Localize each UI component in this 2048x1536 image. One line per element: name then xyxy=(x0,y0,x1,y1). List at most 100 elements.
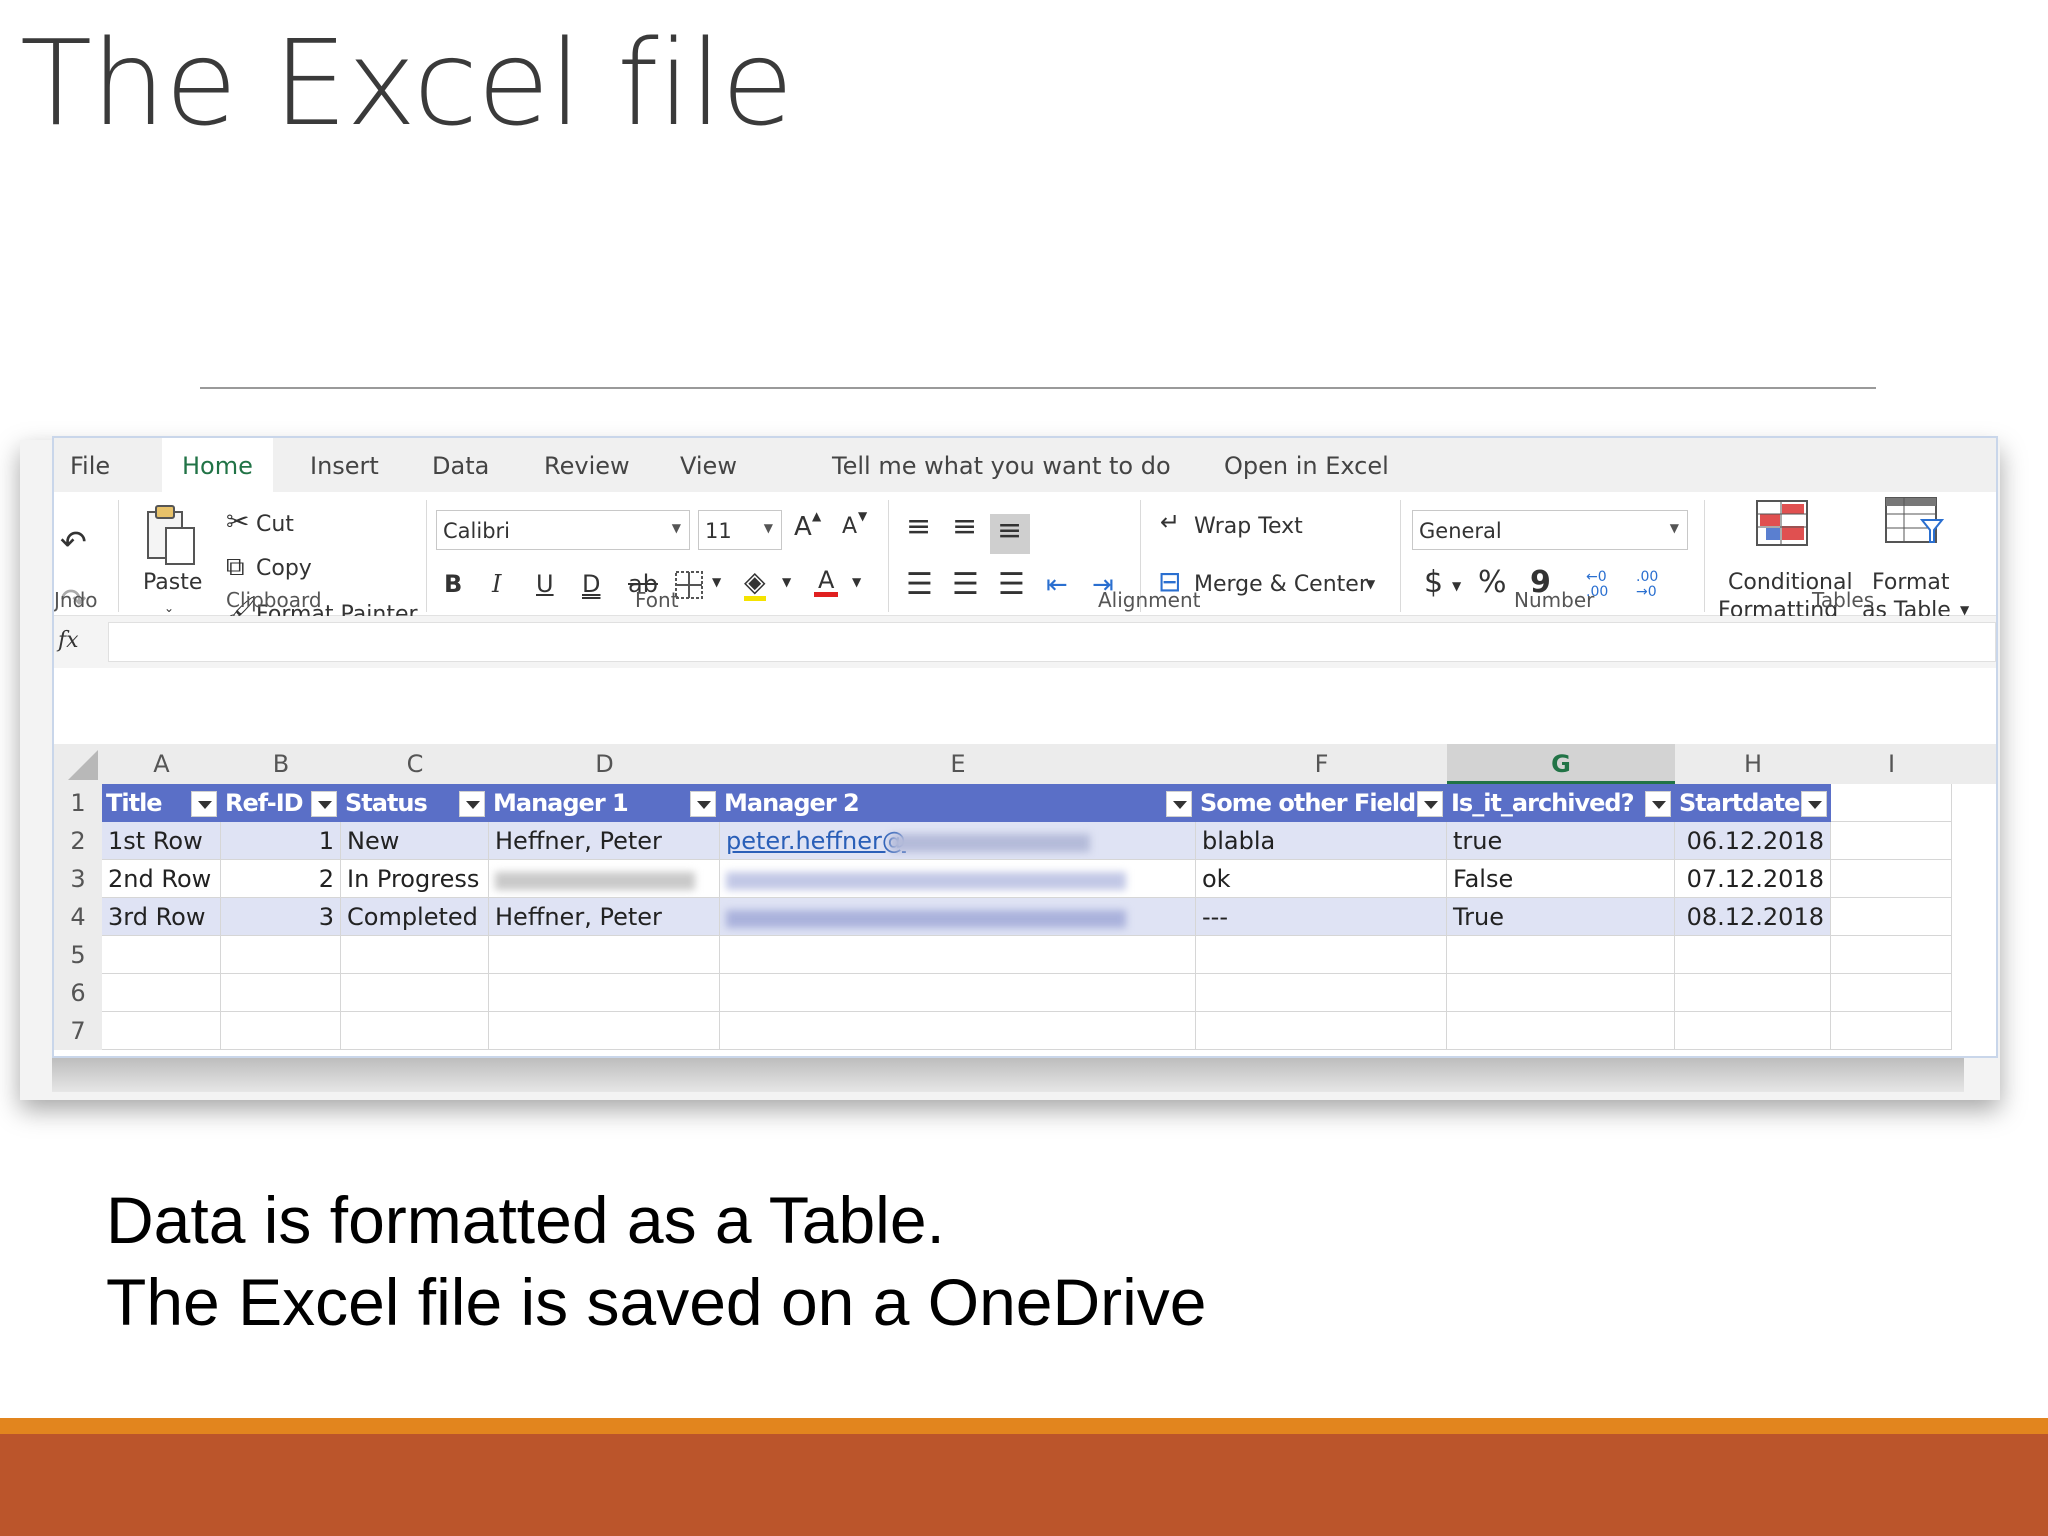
column-header-i[interactable]: I xyxy=(1831,744,1952,784)
underline-button[interactable]: U xyxy=(536,572,554,596)
align-left-icon[interactable]: ☰ xyxy=(906,570,933,600)
font-size-select[interactable]: 11 ▼ xyxy=(698,510,782,550)
table-cell-manager-1[interactable]: Heffner, Peter xyxy=(489,898,720,936)
copy-icon[interactable]: ⧉ xyxy=(226,554,245,580)
row-header-5[interactable]: 5 xyxy=(54,936,102,974)
empty-cell[interactable] xyxy=(1675,974,1831,1012)
decrease-decimal-button[interactable]: .00 →0 xyxy=(1636,570,1668,600)
table-cell-startdate[interactable]: 06.12.2018 xyxy=(1675,822,1831,860)
table-cell-manager-1[interactable] xyxy=(489,860,720,898)
table-cell-other[interactable]: blabla xyxy=(1196,822,1447,860)
column-header-c[interactable]: C xyxy=(341,744,489,784)
tab-view[interactable]: View xyxy=(680,452,737,480)
table-cell-archived[interactable]: False xyxy=(1447,860,1675,898)
empty-cell[interactable] xyxy=(341,1012,489,1050)
number-format-select[interactable]: General ▼ xyxy=(1412,510,1688,550)
align-middle-icon[interactable]: ≡ xyxy=(952,512,977,542)
open-in-excel-button[interactable]: Open in Excel xyxy=(1224,452,1389,480)
conditional-formatting-icon[interactable] xyxy=(1756,500,1808,546)
empty-cell[interactable] xyxy=(221,1012,341,1050)
table-cell-manager-2[interactable] xyxy=(720,860,1196,898)
empty-cell[interactable] xyxy=(1675,936,1831,974)
empty-cell[interactable] xyxy=(489,1012,720,1050)
empty-cell[interactable] xyxy=(221,974,341,1012)
table-cell-other[interactable]: --- xyxy=(1196,898,1447,936)
format-as-table-line1[interactable]: Format xyxy=(1872,570,1950,595)
formula-input[interactable] xyxy=(108,622,1996,662)
paste-icon[interactable] xyxy=(144,504,200,568)
row-header-4[interactable]: 4 xyxy=(54,898,102,936)
cut-button[interactable]: Cut xyxy=(256,512,294,537)
cell-i1[interactable] xyxy=(1831,784,1952,822)
filter-dropdown-button[interactable] xyxy=(1801,791,1827,817)
table-cell-status[interactable]: Completed xyxy=(341,898,489,936)
paste-dropdown-icon[interactable]: ⌄ xyxy=(164,602,174,614)
bold-button[interactable]: B xyxy=(444,572,462,596)
grow-font-button[interactable]: A xyxy=(794,512,812,542)
empty-cell[interactable] xyxy=(1196,1012,1447,1050)
empty-cell[interactable] xyxy=(489,936,720,974)
tab-home[interactable]: Home xyxy=(162,438,273,492)
font-color-dropdown-icon[interactable]: ▼ xyxy=(852,576,861,588)
column-header-d[interactable]: D xyxy=(489,744,720,784)
italic-button[interactable]: I xyxy=(492,572,501,596)
select-all-corner[interactable] xyxy=(68,750,98,780)
empty-cell[interactable] xyxy=(720,936,1196,974)
filter-dropdown-button[interactable] xyxy=(191,791,217,817)
column-header-h[interactable]: H xyxy=(1675,744,1831,784)
empty-cell[interactable] xyxy=(1831,936,1952,974)
fill-color-dropdown-icon[interactable]: ▼ xyxy=(782,576,791,588)
empty-cell[interactable] xyxy=(1831,1012,1952,1050)
paste-button[interactable]: Paste xyxy=(143,570,202,595)
tab-insert[interactable]: Insert xyxy=(310,452,379,480)
empty-cell[interactable] xyxy=(1831,974,1952,1012)
table-cell-ref-id[interactable]: 3 xyxy=(221,898,341,936)
filter-dropdown-button[interactable] xyxy=(311,791,337,817)
shrink-font-button[interactable]: A xyxy=(842,514,857,539)
align-right-icon[interactable]: ☰ xyxy=(998,570,1025,600)
cell-i3[interactable] xyxy=(1831,860,1952,898)
empty-cell[interactable] xyxy=(1447,1012,1675,1050)
table-cell-other[interactable]: ok xyxy=(1196,860,1447,898)
percent-button[interactable]: % xyxy=(1478,568,1507,598)
tab-file[interactable]: File xyxy=(70,452,110,480)
table-cell-title[interactable]: 2nd Row xyxy=(102,860,221,898)
table-cell-archived[interactable]: true xyxy=(1447,822,1675,860)
empty-cell[interactable] xyxy=(1196,936,1447,974)
row-header-3[interactable]: 3 xyxy=(54,860,102,898)
row-header-7[interactable]: 7 xyxy=(54,1012,102,1050)
double-underline-button[interactable]: D xyxy=(582,572,600,596)
format-as-table-dropdown-icon[interactable]: ▼ xyxy=(1960,604,1969,616)
merge-center-dropdown-icon[interactable]: ▼ xyxy=(1366,578,1375,590)
font-color-button[interactable]: A xyxy=(814,568,839,597)
table-cell-manager-1[interactable]: Heffner, Peter xyxy=(489,822,720,860)
tab-review[interactable]: Review xyxy=(544,452,630,480)
empty-cell[interactable] xyxy=(1447,974,1675,1012)
filter-dropdown-button[interactable] xyxy=(1645,791,1671,817)
currency-button[interactable]: $ xyxy=(1424,568,1443,598)
format-as-table-icon[interactable] xyxy=(1884,496,1944,548)
empty-cell[interactable] xyxy=(102,974,221,1012)
wrap-text-button[interactable]: Wrap Text xyxy=(1194,514,1303,539)
cut-icon[interactable]: ✂ xyxy=(226,508,249,536)
row-header-6[interactable]: 6 xyxy=(54,974,102,1012)
cell-i2[interactable] xyxy=(1831,822,1952,860)
tell-me-search[interactable]: Tell me what you want to do xyxy=(832,452,1171,480)
empty-cell[interactable] xyxy=(341,974,489,1012)
row-header-1[interactable]: 1 xyxy=(54,784,102,822)
fill-color-icon[interactable]: ◈ xyxy=(744,568,766,601)
empty-cell[interactable] xyxy=(102,1012,221,1050)
column-header-b[interactable]: B xyxy=(221,744,341,784)
cell-i4[interactable] xyxy=(1831,898,1952,936)
borders-dropdown-icon[interactable]: ▼ xyxy=(712,576,721,588)
table-cell-startdate[interactable]: 08.12.2018 xyxy=(1675,898,1831,936)
column-header-g[interactable]: G xyxy=(1447,744,1675,784)
empty-cell[interactable] xyxy=(720,974,1196,1012)
table-cell-status[interactable]: New xyxy=(341,822,489,860)
undo-icon[interactable]: ↶ xyxy=(60,526,87,558)
function-icon[interactable]: fx xyxy=(58,628,79,653)
filter-dropdown-button[interactable] xyxy=(459,791,485,817)
table-cell-ref-id[interactable]: 2 xyxy=(221,860,341,898)
table-cell-title[interactable]: 3rd Row xyxy=(102,898,221,936)
table-cell-archived[interactable]: True xyxy=(1447,898,1675,936)
